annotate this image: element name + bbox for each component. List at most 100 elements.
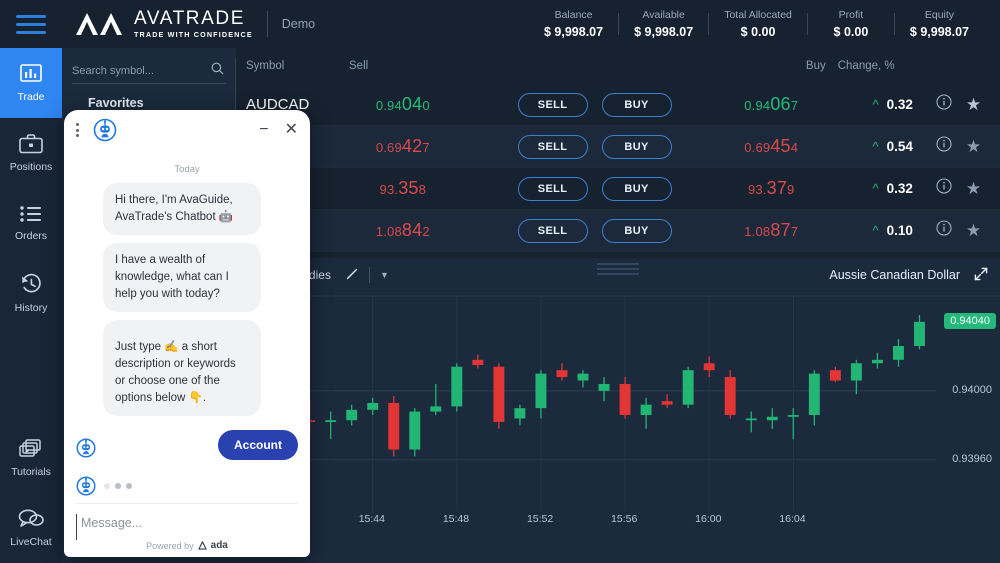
- candlestick-chart[interactable]: 0.94040 0.94000 0.93960 15:4015:4415:481…: [236, 292, 1000, 537]
- y-axis-tick-label: 0.94000: [952, 383, 992, 396]
- typing-indicator-row: [76, 476, 298, 496]
- row-sell-price: 0.94040: [327, 94, 478, 115]
- row-sell-price: 0.69427: [327, 136, 478, 157]
- sell-button[interactable]: SELL: [517, 176, 588, 201]
- sidebar-item-history[interactable]: History: [0, 258, 62, 328]
- brand-logo-group[interactable]: AVATRADE TRADE WITH CONFIDENCE: [74, 9, 253, 39]
- row-change: ^ 0.54: [832, 139, 917, 154]
- chart-instrument-title: Aussie Canadian Dollar: [829, 268, 960, 282]
- ava-logo-icon: [76, 12, 122, 35]
- chat-message-bubble: I have a wealth of knowledge, what can I…: [103, 243, 261, 312]
- star-icon[interactable]: ★: [966, 222, 981, 239]
- x-axis-tick-label: 15:44: [358, 513, 385, 525]
- row-sell-price: 1.08842: [327, 220, 478, 241]
- x-axis-tick-label: 16:04: [779, 513, 806, 525]
- quick-reply-row: Account: [76, 430, 298, 460]
- star-icon[interactable]: ★: [966, 138, 981, 155]
- sell-button[interactable]: SELL: [517, 134, 588, 159]
- buy-button[interactable]: BUY: [601, 92, 672, 117]
- row-buy-price: 93.379: [711, 178, 832, 199]
- info-icon[interactable]: [936, 94, 952, 115]
- powered-by-footer: Powered by ada: [76, 540, 298, 551]
- row-change: ^ 0.10: [832, 223, 917, 238]
- sidebar-item-positions[interactable]: Positions: [0, 118, 62, 188]
- chart-toolbar: ▼ Studies ▼ Aussie Canadian Dollar: [236, 258, 1000, 292]
- stat-label: Available: [642, 9, 685, 21]
- sell-button[interactable]: SELL: [517, 218, 588, 243]
- video-stack-icon: [19, 439, 41, 457]
- x-axis: 15:4015:4415:4815:5215:5616:0016:04: [236, 511, 1000, 537]
- table-row[interactable]: 1.08842 SELL BUY 1.08877 ^ 0.10 ★: [236, 210, 1000, 252]
- search-input[interactable]: [72, 58, 226, 84]
- stat-value: $ 0.00: [833, 25, 869, 39]
- stat-profit: Profit $ 0.00: [808, 9, 894, 39]
- line-options-chevron-down-icon[interactable]: ▼: [380, 270, 389, 280]
- change-up-caret-icon: ^: [872, 97, 879, 112]
- row-buy-price: 1.08877: [711, 220, 832, 241]
- stat-balance: Balance $ 9,998.07: [529, 9, 618, 39]
- star-icon[interactable]: ★: [966, 180, 981, 197]
- info-icon[interactable]: [936, 178, 952, 199]
- info-icon[interactable]: [936, 220, 952, 241]
- table-header-row: Symbol Sell Buy Change, %: [236, 48, 1000, 84]
- chart-panel: ▼ Studies ▼ Aussie Canadian Dollar: [236, 258, 1000, 563]
- x-axis-tick-label: 15:56: [611, 513, 638, 525]
- row-icons: ★: [917, 178, 1000, 199]
- typing-dot: [126, 483, 132, 489]
- account-stats: Balance $ 9,998.07 Available $ 9,998.07 …: [529, 0, 984, 48]
- star-icon[interactable]: ★: [966, 96, 981, 113]
- sidebar-item-label: Positions: [9, 161, 53, 173]
- clock-rewind-icon: [22, 273, 41, 293]
- info-icon[interactable]: [936, 136, 952, 157]
- toolbar-divider: [368, 267, 370, 283]
- kebab-dot: [76, 128, 79, 132]
- typing-dot: [104, 483, 110, 489]
- change-value: 0.32: [886, 97, 913, 112]
- table-row[interactable]: AUDCAD 0.94040 SELL BUY 0.94067 ^ 0.32 ★: [236, 84, 1000, 126]
- chat-message-bubble: Just type ✍ a short description or keywo…: [103, 320, 261, 416]
- hamburger-bar: [16, 22, 46, 26]
- typing-dots-icon: [104, 483, 132, 489]
- hamburger-menu-icon[interactable]: [0, 0, 62, 48]
- hamburger-bar: [16, 30, 46, 34]
- stat-value: $ 0.00: [740, 25, 776, 39]
- quick-reply-account-button[interactable]: Account: [218, 430, 298, 460]
- table-row[interactable]: 93.358 SELL BUY 93.379 ^ 0.32 ★: [236, 168, 1000, 210]
- sidebar-item-label: Orders: [14, 230, 48, 242]
- buy-button[interactable]: BUY: [601, 176, 672, 201]
- ada-logo-icon: [197, 541, 207, 550]
- sidebar-item-livechat[interactable]: LiveChat: [0, 493, 62, 563]
- sell-button[interactable]: SELL: [517, 92, 588, 117]
- trend-line-tool-icon[interactable]: [345, 267, 359, 284]
- sidebar-item-trade[interactable]: Trade: [0, 48, 62, 118]
- buy-button[interactable]: BUY: [601, 218, 672, 243]
- row-icons: ★: [917, 220, 1000, 241]
- kebab-dot: [76, 134, 79, 137]
- buy-price-value: 0.69454: [744, 136, 799, 156]
- search-icon[interactable]: [211, 62, 224, 80]
- chatbot-widget: − ✕ Today Hi there, I'm AvaGuide, AvaTra…: [64, 110, 310, 557]
- change-value: 0.32: [886, 181, 913, 196]
- close-icon[interactable]: ✕: [285, 122, 298, 138]
- account-mode-label: Demo: [281, 17, 316, 31]
- drag-handle-icon[interactable]: [597, 263, 639, 275]
- stat-total-allocated: Total Allocated $ 0.00: [709, 9, 807, 39]
- column-header-buy: Buy: [805, 60, 826, 72]
- expand-arrows-icon[interactable]: [974, 267, 988, 284]
- chat-header: − ✕: [64, 110, 310, 150]
- buy-price-value: 1.08877: [744, 220, 799, 240]
- table-row[interactable]: 0.69427 SELL BUY 0.69454 ^ 0.54 ★: [236, 126, 1000, 168]
- chat-day-label: Today: [174, 164, 200, 175]
- sidebar-item-orders[interactable]: Orders: [0, 188, 62, 258]
- sell-price-value: 0.69427: [375, 136, 430, 156]
- chat-message-list[interactable]: Today Hi there, I'm AvaGuide, AvaTrade's…: [64, 150, 310, 503]
- buy-button[interactable]: BUY: [601, 134, 672, 159]
- sidebar-item-tutorials[interactable]: Tutorials: [0, 423, 62, 493]
- change-up-caret-icon: ^: [872, 139, 879, 154]
- minimize-icon[interactable]: −: [259, 122, 268, 138]
- kebab-menu-icon[interactable]: [76, 123, 79, 137]
- chat-message-input[interactable]: [76, 514, 298, 540]
- y-axis-tick-label: 0.93960: [952, 452, 992, 465]
- tab-favorites[interactable]: Favorites: [88, 96, 236, 110]
- chatbot-typing-avatar-icon: [76, 476, 96, 496]
